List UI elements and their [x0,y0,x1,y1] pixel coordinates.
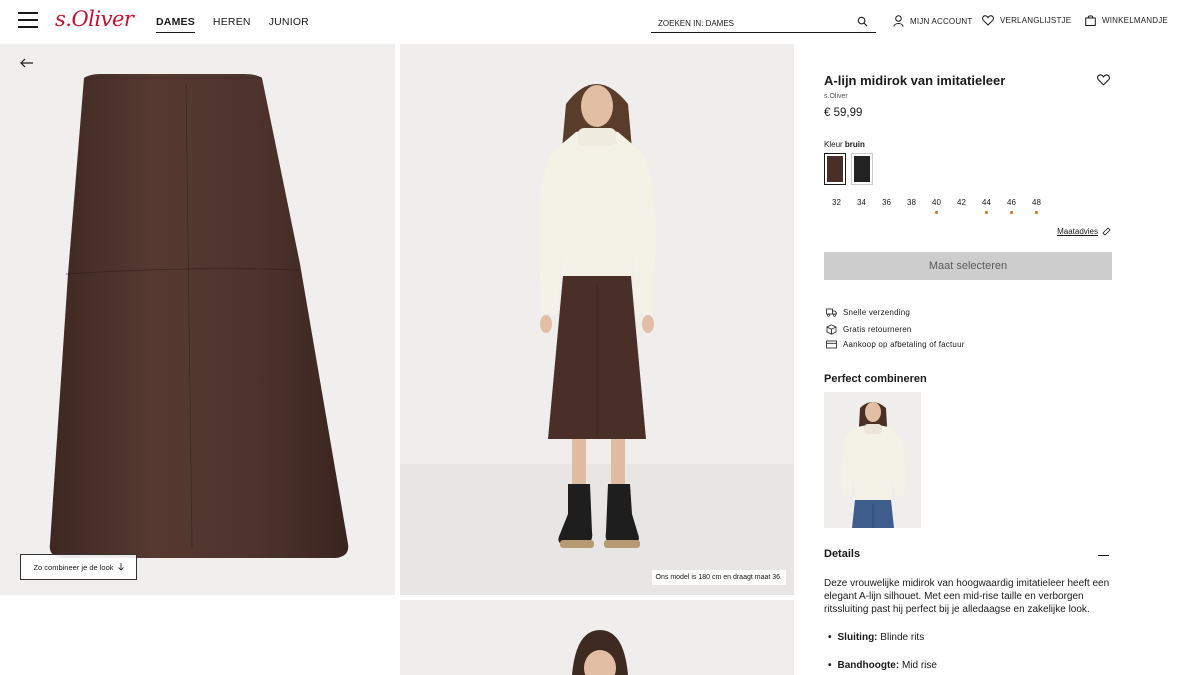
cart-link[interactable]: WINKELMANDJE [1085,15,1168,26]
account-link[interactable]: MIJN ACCOUNT [893,15,972,27]
usp-item: Aankoop op afbetaling of factuur [826,340,965,349]
credit-card-icon [826,340,837,349]
color-swatch-brown[interactable] [824,153,846,185]
product-title: A-lijn midirok van imitatieleer [824,73,1006,88]
select-size-button[interactable]: Maat selecteren [824,252,1112,280]
low-stock-dot [1035,211,1038,214]
size-option[interactable]: 38 [899,198,924,207]
spec-value: Mid rise [901,660,937,671]
size-option[interactable]: 34 [849,198,874,207]
product-image-detail[interactable] [400,600,794,675]
low-stock-dot [1010,211,1013,214]
nav-item-dames[interactable]: DAMES [156,16,195,33]
wishlist-link[interactable]: VERLANGLIJSTJE [982,15,1071,26]
usp-label: Snelle verzending [843,308,910,317]
model-size-note: Ons model is 180 cm en draagt maat 36. [651,570,786,585]
low-stock-dot [935,211,938,214]
arrow-down-icon [117,563,124,571]
size-option[interactable]: 36 [874,198,899,207]
model-illustration [400,44,794,595]
heart-icon [982,15,994,26]
product-brand: s.Oliver [824,93,848,100]
usp-label: Gratis retourneren [843,325,912,334]
product-description: Deze vrouwelijke midirok van hoogwaardig… [824,578,1110,615]
cart-label: WINKELMANDJE [1102,16,1168,25]
bag-icon [1085,15,1096,26]
product-image-model[interactable]: Ons model is 180 cm en draagt maat 36. [400,44,794,595]
combine-look-button[interactable]: Zo combineer je de look [20,554,137,580]
size-option[interactable]: 44 [974,198,999,214]
size-selector: 32 34 36 38 40 42 44 46 48 [824,198,1049,214]
size-advice-link[interactable]: Maatadvies [1057,227,1111,236]
usp-item: Snelle verzending [826,308,910,317]
color-label: Kleur bruin [824,140,865,149]
combine-look-label: Zo combineer je de look [33,562,114,572]
size-option[interactable]: 48 [1024,198,1049,214]
search-icon[interactable] [857,16,868,27]
size-option[interactable]: 40 [924,198,949,214]
size-option[interactable]: 46 [999,198,1024,214]
search-bar [651,13,876,33]
nav-item-heren[interactable]: HEREN [213,16,251,33]
size-advice-label: Maatadvies [1057,227,1098,236]
usp-item: Gratis retourneren [826,324,912,335]
brand-logo[interactable]: s.Oliver [55,7,134,31]
color-label-text: Kleur [824,140,843,149]
color-value: bruin [844,140,865,149]
spec-value: Blinde rits [880,632,925,643]
size-option[interactable]: 42 [949,198,974,207]
spec-label: Bandhoogte: [837,660,900,671]
nav-item-junior[interactable]: JUNIOR [269,16,309,33]
skirt-illustration [49,74,349,558]
sweater-illustration [841,402,905,528]
combine-product-thumbnail[interactable] [824,392,921,528]
package-icon [826,324,837,335]
hamburger-menu-icon[interactable] [18,12,38,30]
main-nav: DAMES HEREN JUNIOR [156,16,309,33]
bullet-icon: • [828,632,832,643]
color-swatch-black[interactable] [851,153,873,185]
delivery-truck-icon [826,308,837,317]
search-input[interactable] [651,14,841,33]
spec-item: • Bandhoogte: Mid rise [828,660,937,671]
collapse-minus-icon[interactable] [1098,555,1109,557]
account-label: MIJN ACCOUNT [910,16,973,26]
site-header: s.Oliver DAMES HEREN JUNIOR MIJN ACCOUNT… [0,0,1200,44]
low-stock-dot [985,211,988,214]
user-icon [893,15,904,27]
ruler-icon [1102,227,1111,236]
product-image-skirt[interactable]: Zo combineer je de look [0,44,395,595]
bullet-icon: • [828,660,832,671]
product-price: € 59,99 [824,107,863,119]
spec-label: Sluiting: [837,632,878,643]
perfect-combine-heading: Perfect combineren [824,373,927,385]
size-option[interactable]: 32 [824,198,849,207]
details-heading[interactable]: Details [824,548,860,560]
spec-item: • Sluiting: Blinde rits [828,632,924,643]
wishlist-label: VERLANGLIJSTJE [1000,16,1072,25]
model-head-illustration [572,630,628,675]
back-arrow-icon[interactable] [20,58,34,68]
usp-label: Aankoop op afbetaling of factuur [843,340,965,349]
wishlist-heart-icon[interactable] [1097,74,1110,86]
